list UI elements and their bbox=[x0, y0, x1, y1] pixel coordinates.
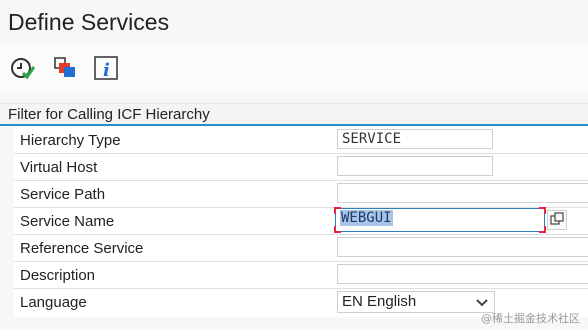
service-path-label: Service Path bbox=[20, 186, 106, 203]
row-reference-service: Reference Service bbox=[14, 235, 588, 262]
hierarchy-type-field[interactable]: SERVICE bbox=[337, 129, 493, 149]
focus-corner bbox=[539, 226, 546, 233]
description-field[interactable] bbox=[337, 264, 588, 284]
info-icon: i bbox=[94, 56, 118, 81]
language-select[interactable]: EN English bbox=[337, 291, 495, 313]
hierarchy-type-label: Hierarchy Type bbox=[20, 132, 121, 149]
section-title: Filter for Calling ICF Hierarchy bbox=[8, 106, 210, 123]
row-hierarchy-type: Hierarchy Type SERVICE bbox=[14, 127, 588, 154]
hierarchy-icon bbox=[54, 57, 75, 77]
hierarchy-button[interactable] bbox=[50, 53, 80, 83]
language-label: Language bbox=[20, 294, 87, 311]
execute-button[interactable] bbox=[7, 53, 37, 83]
value-help-button[interactable] bbox=[547, 210, 567, 230]
toolbar: i bbox=[0, 45, 588, 91]
title-bar: Define Services bbox=[0, 0, 588, 45]
section-header: Filter for Calling ICF Hierarchy bbox=[0, 103, 588, 126]
service-path-field[interactable] bbox=[337, 183, 588, 203]
focus-corner bbox=[334, 226, 341, 233]
watermark: @稀土掘金技术社区 bbox=[481, 312, 580, 325]
reference-service-label: Reference Service bbox=[20, 240, 144, 257]
virtual-host-field[interactable] bbox=[337, 156, 493, 176]
execute-clock-icon bbox=[11, 58, 35, 80]
row-description: Description bbox=[14, 262, 588, 289]
service-name-label: Service Name bbox=[20, 213, 115, 230]
info-button[interactable]: i bbox=[91, 53, 121, 83]
focus-corner bbox=[334, 207, 341, 214]
chevron-down-icon bbox=[476, 299, 488, 307]
language-value: EN English bbox=[342, 293, 417, 310]
description-label: Description bbox=[20, 267, 96, 284]
page-title: Define Services bbox=[8, 9, 170, 35]
value-help-icon bbox=[550, 212, 564, 225]
row-virtual-host: Virtual Host bbox=[14, 154, 588, 181]
service-name-field[interactable]: WEBGUI bbox=[334, 207, 546, 233]
reference-service-field[interactable] bbox=[337, 237, 588, 257]
row-service-path: Service Path bbox=[14, 181, 588, 208]
focus-corner bbox=[539, 207, 546, 214]
svg-text:i: i bbox=[103, 60, 110, 81]
service-name-value: WEBGUI bbox=[340, 210, 393, 226]
row-service-name: Service Name WEBGUI bbox=[14, 207, 588, 235]
filter-form: Hierarchy Type SERVICE Virtual Host Serv… bbox=[14, 127, 588, 317]
virtual-host-label: Virtual Host bbox=[20, 159, 98, 176]
